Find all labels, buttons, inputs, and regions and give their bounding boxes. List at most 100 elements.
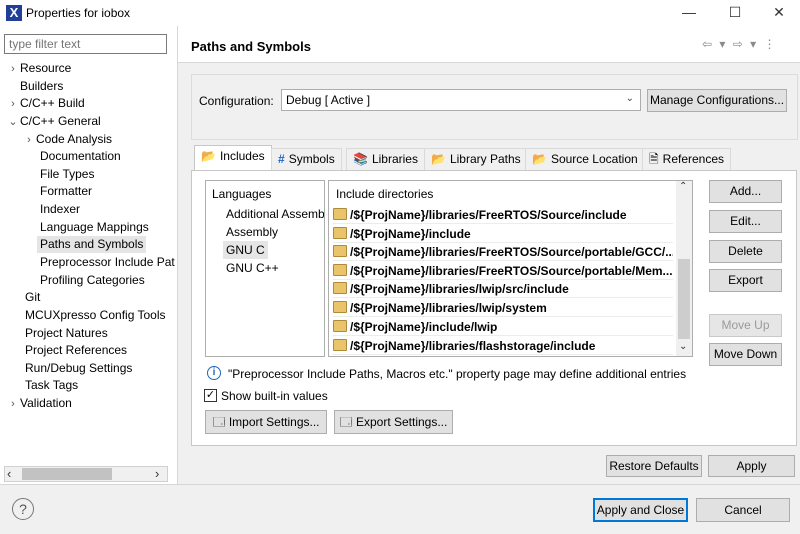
import-icon: 🗔 (212, 415, 229, 429)
document-icon: 🗎 (649, 152, 659, 166)
filter-input[interactable] (4, 34, 167, 54)
tree-item-cpp-build[interactable]: › C/C++ Build (6, 95, 85, 112)
tree-item-profiling-categories[interactable]: Profiling Categories (40, 272, 145, 289)
folder-icon: 📂 (532, 152, 547, 166)
include-directories-list[interactable]: Include directories /${ProjName}/librari… (328, 180, 693, 357)
apply-and-close-button[interactable]: Apply and Close (593, 498, 688, 522)
include-path-text: /${ProjName}/libraries/FreeRTOS/Source/i… (350, 208, 627, 222)
vertical-scrollbar[interactable]: ⌃ ⌄ (676, 181, 692, 356)
tree-item-task-tags[interactable]: Task Tags (25, 377, 78, 394)
export-icon: 🗔 (339, 415, 356, 429)
tree-item-run-debug-settings[interactable]: Run/Debug Settings (25, 360, 132, 377)
include-path-row[interactable]: /${ProjName}/libraries/lwip/src/include (333, 280, 673, 298)
tree-item-code-analysis[interactable]: › Code Analysis (22, 131, 112, 148)
add-button[interactable]: Add... (709, 180, 782, 203)
tree-item-paths-and-symbols[interactable]: Paths and Symbols (37, 236, 147, 253)
expand-icon[interactable]: › (6, 396, 20, 413)
tab-label: Includes (219, 149, 265, 163)
manage-configurations-button[interactable]: Manage Configurations... (647, 89, 787, 112)
restore-defaults-button[interactable]: Restore Defaults (606, 455, 702, 477)
tab-references[interactable]: 🗎 References (642, 148, 732, 170)
scroll-thumb[interactable] (22, 468, 112, 480)
maximize-button[interactable]: ☐ (712, 0, 758, 26)
scroll-thumb[interactable] (678, 259, 690, 339)
scroll-down-icon[interactable]: ⌄ (679, 341, 687, 352)
scroll-up-icon[interactable]: ⌃ (679, 181, 687, 192)
tree-item-validation[interactable]: › Validation (6, 395, 72, 412)
tree-item-mcuxpresso-config-tools[interactable]: MCUXpresso Config Tools (25, 307, 166, 324)
import-settings-label: Import Settings... (228, 415, 320, 429)
close-button[interactable]: ✕ (756, 0, 800, 26)
collapse-icon[interactable]: ⌄ (6, 114, 20, 131)
tree-item-project-references[interactable]: Project References (25, 342, 127, 359)
tree-item-cpp-general[interactable]: ⌄ C/C++ General (6, 113, 100, 131)
expand-icon[interactable]: › (6, 96, 20, 113)
folder-include-icon (333, 301, 347, 313)
tree-item-language-mappings[interactable]: Language Mappings (40, 219, 149, 236)
languages-header: Languages (212, 187, 272, 201)
include-path-row[interactable]: /${ProjName}/libraries/flashstorage/incl… (333, 337, 673, 355)
language-item-selected[interactable]: GNU C (223, 241, 268, 259)
show-builtin-label[interactable]: Show built-in values (221, 389, 328, 403)
app-icon: X (6, 5, 22, 21)
tree-item-git[interactable]: Git (25, 289, 40, 306)
help-icon[interactable]: ? (12, 498, 34, 520)
include-path-row[interactable]: /${ProjName}/libraries/lwip/system (333, 299, 673, 317)
navigation-arrows-icon[interactable]: ⇦ ▾ ⇨ ▾ ⋮ (702, 37, 778, 51)
include-path-text: /${ProjName}/libraries/flashstorage/incl… (350, 339, 596, 353)
include-path-row[interactable]: /${ProjName}/libraries/FreeRTOS/Source/i… (333, 206, 673, 224)
tab-library-paths[interactable]: 📂 Library Paths (424, 148, 528, 170)
configuration-select[interactable]: Debug [ Active ] ⌄ (281, 89, 641, 111)
tree-item-file-types[interactable]: File Types (40, 166, 94, 183)
scroll-left-icon[interactable]: ‹ (7, 466, 11, 481)
tree-item-label: Code Analysis (36, 132, 113, 146)
language-item[interactable]: GNU C++ (226, 259, 279, 277)
include-path-row[interactable]: /${ProjName}/libraries/FreeRTOS/Source/p… (333, 262, 673, 280)
tree-item-label: Builders (20, 79, 64, 93)
language-item[interactable]: Assembly (226, 223, 278, 241)
language-item[interactable]: Additional Assemb (226, 205, 324, 223)
expand-icon[interactable]: › (6, 61, 20, 78)
export-settings-button[interactable]: 🗔 Export Settings... (334, 410, 453, 434)
horizontal-scrollbar[interactable]: ‹ › (4, 466, 168, 482)
include-path-row[interactable]: /${ProjName}/include/lwip (333, 318, 673, 336)
languages-list[interactable]: Languages Additional Assemb Assembly GNU… (205, 180, 325, 357)
include-path-text: /${ProjName}/libraries/lwip/system (350, 301, 547, 315)
tab-source-location[interactable]: 📂 Source Location (525, 148, 645, 170)
import-settings-button[interactable]: 🗔 Import Settings... (205, 410, 327, 434)
page-title: Paths and Symbols (191, 39, 311, 54)
cancel-button[interactable]: Cancel (696, 498, 790, 522)
include-path-text: /${ProjName}/libraries/lwip/src/include (350, 282, 569, 296)
apply-button[interactable]: Apply (708, 455, 795, 477)
tree-item-documentation[interactable]: Documentation (40, 148, 121, 165)
tab-libraries[interactable]: 📚 Libraries (346, 148, 425, 170)
show-builtin-checkbox[interactable]: ✓ (204, 389, 217, 402)
export-button[interactable]: Export (709, 269, 782, 292)
tree-item-builders[interactable]: Builders (6, 78, 63, 95)
property-tree: › Resource Builders › C/C++ Build ⌄ C/C++ G… (0, 58, 176, 458)
include-path-text: /${ProjName}/libraries/FreeRTOS/Source/p… (350, 245, 673, 259)
include-path-row[interactable]: /${ProjName}/include (333, 225, 673, 243)
include-directories-header: Include directories (336, 187, 434, 201)
folder-include-icon (333, 339, 347, 351)
delete-button[interactable]: Delete (709, 240, 782, 263)
tree-item-project-natures[interactable]: Project Natures (25, 325, 108, 342)
move-up-button[interactable]: Move Up (709, 314, 782, 337)
expand-icon[interactable]: › (22, 132, 36, 149)
tree-item-indexer[interactable]: Indexer (40, 201, 80, 218)
move-down-button[interactable]: Move Down (709, 343, 782, 366)
tree-item-preprocessor-include[interactable]: Preprocessor Include Pat (40, 254, 175, 271)
tree-item-resource[interactable]: › Resource (6, 60, 71, 77)
window-title: Properties for iobox (26, 6, 131, 20)
tree-item-formatter[interactable]: Formatter (40, 183, 92, 200)
tab-includes[interactable]: 📂 Includes (194, 145, 272, 171)
folder-include-icon (333, 320, 347, 332)
folder-icon: 📂 (201, 149, 216, 163)
edit-button[interactable]: Edit... (709, 210, 782, 233)
include-path-row[interactable]: /${ProjName}/libraries/FreeRTOS/Source/p… (333, 243, 673, 261)
minimize-button[interactable]: — (666, 0, 712, 26)
tab-symbols[interactable]: # Symbols (271, 148, 342, 170)
scroll-right-icon[interactable]: › (155, 466, 159, 481)
include-path-text: /${ProjName}/include (350, 227, 471, 241)
tab-label: Library Paths (449, 152, 521, 166)
